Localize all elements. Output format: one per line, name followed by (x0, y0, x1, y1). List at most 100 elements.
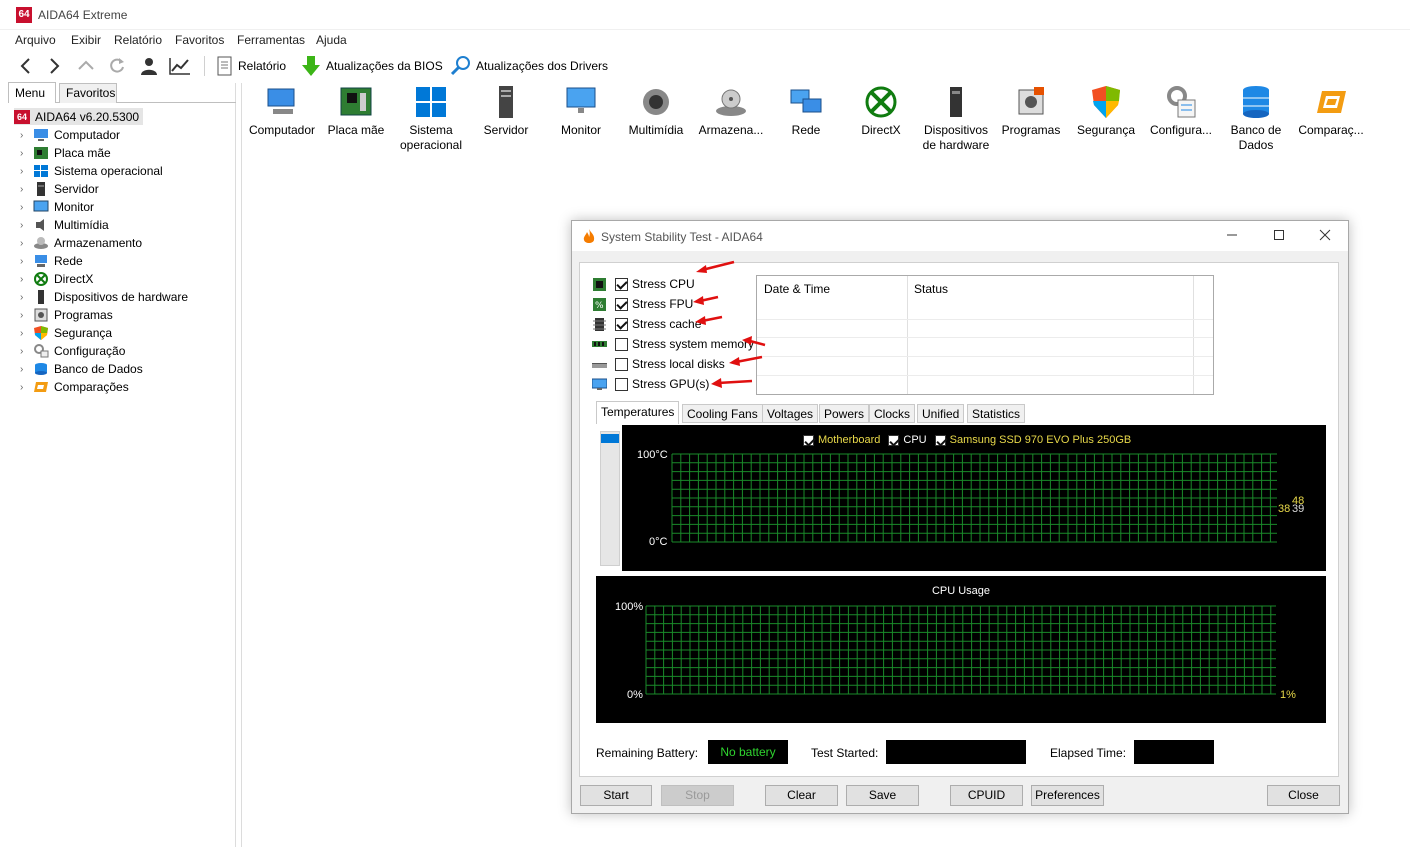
tab-voltages[interactable]: Voltages (762, 404, 819, 423)
sensor-scroll-strip[interactable] (600, 431, 620, 566)
stress-disks-option[interactable]: Stress local disks (592, 355, 725, 373)
menu-ferramentas[interactable]: Ferramentas (237, 33, 305, 47)
cpuid-button[interactable]: CPUID (950, 785, 1023, 806)
category-sistema-operacional[interactable]: Sistema operacional (393, 83, 469, 153)
category-computador[interactable]: Computador (244, 83, 320, 138)
expand-icon[interactable]: › (20, 202, 30, 213)
start-button[interactable]: Start (580, 785, 652, 806)
expand-icon[interactable]: › (20, 148, 30, 159)
stress-memory-checkbox[interactable] (615, 337, 628, 351)
tab-clocks[interactable]: Clocks (869, 404, 916, 423)
up-button[interactable] (76, 54, 96, 78)
preferences-button[interactable]: Preferences (1031, 785, 1104, 806)
category-banco-de-dados[interactable]: Banco de Dados (1218, 83, 1294, 153)
category-servidor[interactable]: Servidor (468, 83, 544, 138)
expand-icon[interactable]: › (20, 382, 30, 393)
tree-item-directx[interactable]: › DirectX (20, 270, 93, 288)
save-button[interactable]: Save (846, 785, 919, 806)
expand-icon[interactable]: › (20, 328, 30, 339)
expand-icon[interactable]: › (20, 166, 30, 177)
stress-memory-option[interactable]: Stress system memory (592, 335, 754, 353)
stress-gpu-checkbox[interactable] (615, 377, 628, 391)
stress-disks-checkbox[interactable] (615, 357, 628, 371)
expand-icon[interactable]: › (20, 310, 30, 321)
expand-icon[interactable]: › (20, 364, 30, 375)
tree-item-dispositivos[interactable]: › Dispositivos de hardware (20, 288, 188, 306)
refresh-button[interactable] (107, 54, 127, 78)
tree-item-servidor[interactable]: › Servidor (20, 180, 99, 198)
menu-arquivo[interactable]: Arquivo (15, 33, 56, 47)
category-programas[interactable]: Programas (993, 83, 1069, 138)
category-placa-mae[interactable]: Placa mãe (318, 83, 394, 138)
tree-item-seguranca[interactable]: › Segurança (20, 324, 112, 342)
expand-icon[interactable]: › (20, 130, 30, 141)
tree-item-programas[interactable]: › Programas (20, 306, 113, 324)
column-status[interactable]: Status (907, 276, 1193, 302)
stress-cpu-option[interactable]: Stress CPU (592, 275, 695, 293)
stress-gpu-option[interactable]: Stress GPU(s) (592, 375, 709, 393)
tab-favoritos[interactable]: Favoritos (59, 83, 117, 103)
legend-cpu-checkbox[interactable] (888, 434, 900, 446)
category-multimidia[interactable]: Multimídia (618, 83, 694, 138)
expand-icon[interactable]: › (20, 220, 30, 231)
stress-cache-option[interactable]: Stress cache (592, 315, 701, 333)
tree-item-configuracao[interactable]: › Configuração (20, 342, 125, 360)
maximize-button[interactable] (1269, 227, 1289, 245)
clear-button[interactable]: Clear (765, 785, 838, 806)
menu-ajuda[interactable]: Ajuda (316, 33, 347, 47)
category-comparacoes[interactable]: Comparaç... (1293, 83, 1369, 138)
category-armazenamento[interactable]: Armazena... (693, 83, 769, 138)
category-dispositivos[interactable]: Dispositivos de hardware (918, 83, 994, 153)
tree-item-multimidia[interactable]: › Multimídia (20, 216, 109, 234)
tab-menu[interactable]: Menu (8, 82, 56, 103)
tree-item-computador[interactable]: › Computador (20, 126, 120, 144)
expand-icon[interactable]: › (20, 346, 30, 357)
forward-button[interactable] (44, 54, 64, 78)
category-seguranca[interactable]: Segurança (1068, 83, 1144, 138)
expand-icon[interactable]: › (20, 184, 30, 195)
stress-cpu-checkbox[interactable] (615, 277, 628, 291)
close-window-button[interactable] (1315, 227, 1335, 245)
stress-fpu-option[interactable]: % Stress FPU (592, 295, 693, 313)
tab-temperatures[interactable]: Temperatures (596, 401, 680, 424)
expand-icon[interactable]: › (20, 274, 30, 285)
tab-cooling-fans[interactable]: Cooling Fans (682, 404, 763, 423)
tree-item-comparacoes[interactable]: › Comparações (20, 378, 129, 396)
tree-item-rede[interactable]: › Rede (20, 252, 83, 270)
category-monitor[interactable]: Monitor (543, 83, 619, 138)
expand-icon[interactable]: › (20, 238, 30, 249)
tree-item-monitor[interactable]: › Monitor (20, 198, 94, 216)
panel-tabs: Menu Favoritos (8, 82, 236, 103)
category-configuracao[interactable]: Configura... (1143, 83, 1219, 138)
tree-item-armazenamento[interactable]: › Armazenamento (20, 234, 142, 252)
back-button[interactable] (16, 54, 36, 78)
tree-item-banco-de-dados[interactable]: › Banco de Dados (20, 360, 143, 378)
driver-updates-button[interactable]: Atualizações dos Drivers (450, 54, 608, 78)
menu-favoritos[interactable]: Favoritos (175, 33, 224, 47)
bios-updates-button[interactable]: Atualizações da BIOS (300, 54, 443, 78)
stress-fpu-checkbox[interactable] (615, 297, 628, 311)
stop-button[interactable]: Stop (661, 785, 734, 806)
event-log-table[interactable]: Date & Time Status (756, 275, 1214, 395)
category-rede[interactable]: Rede (768, 83, 844, 138)
expand-icon[interactable]: › (20, 256, 30, 267)
legend-motherboard-checkbox[interactable] (803, 434, 814, 446)
menu-relatorio[interactable]: Relatório (114, 33, 162, 47)
tree-item-placa-mae[interactable]: › Placa mãe (20, 144, 111, 162)
category-directx[interactable]: DirectX (843, 83, 919, 138)
tree-root[interactable]: 64 AIDA64 v6.20.5300 (14, 108, 144, 125)
column-date-time[interactable]: Date & Time (757, 276, 907, 302)
tree-item-sistema-operacional[interactable]: › Sistema operacional (20, 162, 163, 180)
tab-unified[interactable]: Unified (917, 404, 965, 423)
legend-ssd-checkbox[interactable] (934, 434, 946, 446)
report-button[interactable]: Relatório (216, 54, 286, 78)
tab-statistics[interactable]: Statistics (967, 404, 1026, 423)
stress-cache-checkbox[interactable] (615, 317, 628, 331)
chart-button[interactable] (168, 54, 192, 78)
minimize-button[interactable] (1222, 227, 1242, 245)
close-button[interactable]: Close (1267, 785, 1340, 806)
tab-powers[interactable]: Powers (819, 404, 870, 423)
expand-icon[interactable]: › (20, 292, 30, 303)
user-button[interactable] (138, 54, 160, 78)
menu-exibir[interactable]: Exibir (71, 33, 101, 47)
